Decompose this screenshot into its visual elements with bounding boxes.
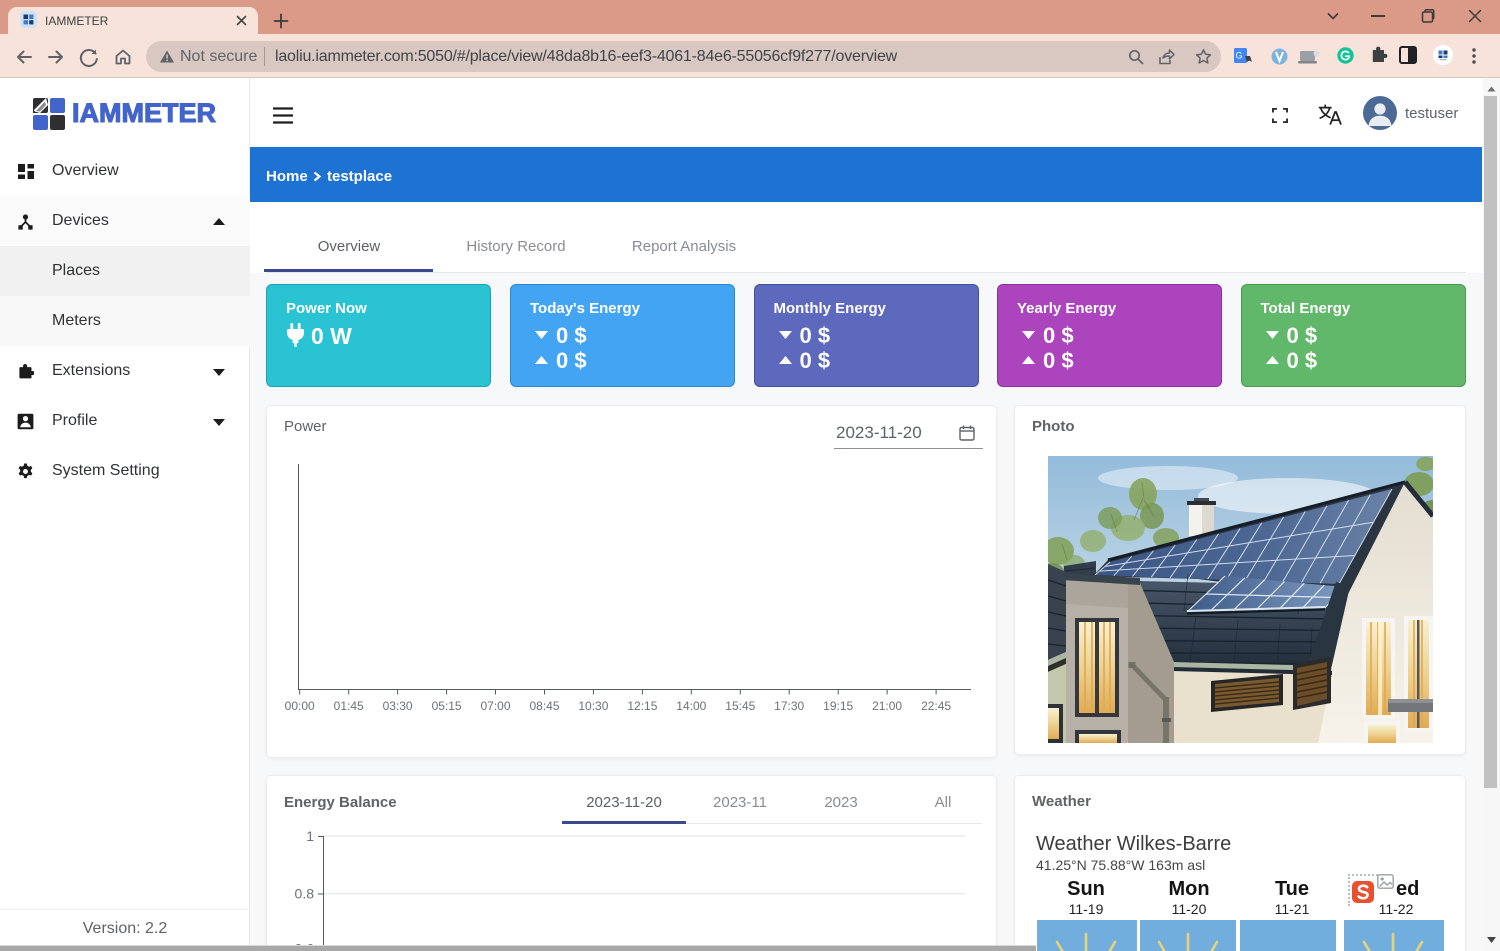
- svg-text:22:45: 22:45: [921, 699, 951, 713]
- svg-text:0.8: 0.8: [295, 886, 315, 902]
- svg-text:05:15: 05:15: [432, 699, 462, 713]
- svg-text:00:00: 00:00: [285, 699, 315, 713]
- svg-text:14:00: 14:00: [676, 699, 706, 713]
- svg-text:08:45: 08:45: [529, 699, 559, 713]
- svg-text:1: 1: [306, 828, 314, 844]
- svg-text:12:15: 12:15: [627, 699, 657, 713]
- svg-text:15:45: 15:45: [725, 699, 755, 713]
- svg-text:07:00: 07:00: [480, 699, 510, 713]
- svg-text:03:30: 03:30: [383, 699, 413, 713]
- svg-text:G: G: [1235, 51, 1242, 61]
- svg-text:19:15: 19:15: [823, 699, 853, 713]
- svg-text:10:30: 10:30: [578, 699, 608, 713]
- svg-text:01:45: 01:45: [334, 699, 364, 713]
- svg-text:21:00: 21:00: [872, 699, 902, 713]
- svg-text:17:30: 17:30: [774, 699, 804, 713]
